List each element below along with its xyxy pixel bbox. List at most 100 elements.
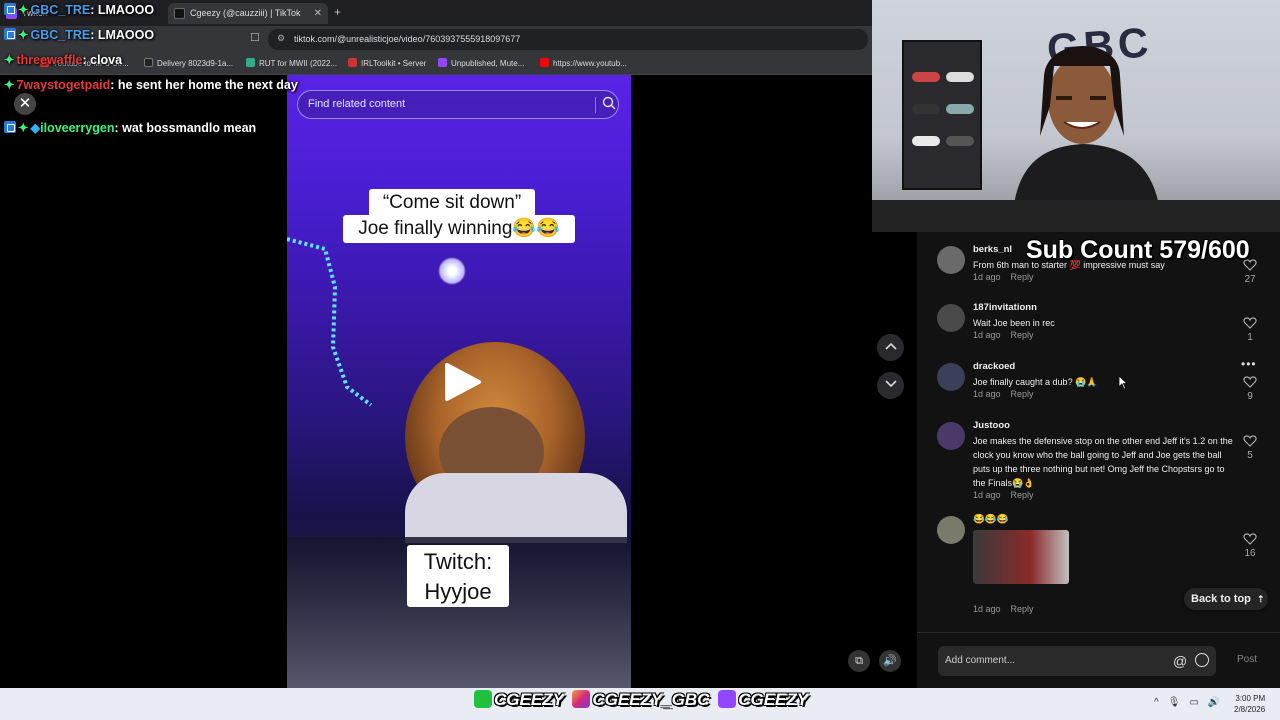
- previous-video-button[interactable]: [877, 334, 904, 361]
- led-strip-light: [287, 237, 373, 407]
- moderator-badge-icon: [4, 3, 16, 15]
- heart-icon[interactable]: [1243, 532, 1257, 546]
- bookmark-item[interactable]: Delivery 8023d9-1a...: [144, 57, 233, 71]
- bookmark-icon[interactable]: ☐: [250, 31, 260, 44]
- search-icon[interactable]: [602, 96, 616, 110]
- close-icon[interactable]: ✕: [14, 93, 36, 115]
- social-handle: CGEEZY: [738, 690, 809, 709]
- taskbar-clock[interactable]: 3:00 PM 2/8/2026: [1234, 693, 1265, 715]
- reply-button[interactable]: Reply: [1011, 272, 1034, 282]
- close-tab-icon[interactable]: ✕: [314, 3, 322, 24]
- social-handle: CGEEZY: [494, 690, 564, 709]
- reply-button[interactable]: Reply: [1011, 490, 1034, 500]
- speaker-icon: 🔊: [883, 655, 897, 667]
- comment-username[interactable]: Justooo: [973, 420, 1010, 431]
- moderator-badge-icon: [4, 121, 16, 133]
- new-tab-button[interactable]: +: [334, 5, 341, 19]
- moderator-badge-icon: [4, 28, 16, 40]
- bookmark-item[interactable]: https://www.youtub...: [540, 57, 627, 71]
- sparkle-icon: ✦: [18, 3, 29, 17]
- comment-meta: 1d ago Reply: [973, 490, 1034, 500]
- like-count: 1: [1247, 332, 1253, 343]
- more-options-icon[interactable]: •••: [1241, 357, 1257, 371]
- bookmarks-bar: Youtube to MP3 Co... Delivery 8023d9-1a.…: [0, 53, 872, 75]
- next-video-button[interactable]: [877, 372, 904, 399]
- mouse-cursor-icon: [1119, 376, 1127, 389]
- avatar[interactable]: [937, 422, 965, 450]
- sparkle-icon: ✦: [18, 28, 29, 42]
- chat-message: ✦ 7waystogetpaid: he sent her home the ne…: [4, 78, 298, 92]
- comment-text: Joe makes the defensive stop on the othe…: [973, 436, 1233, 488]
- sparkle-icon: ✦: [18, 121, 29, 135]
- reply-button[interactable]: Reply: [1011, 389, 1034, 399]
- chevron-up-icon: [884, 342, 897, 350]
- desk: [872, 200, 1280, 232]
- emoji-icon[interactable]: [1195, 653, 1209, 667]
- back-to-top-label: Back to top: [1191, 593, 1251, 605]
- system-tray[interactable]: ^🎙▭🔊: [1154, 697, 1229, 708]
- reply-button[interactable]: Reply: [1011, 330, 1034, 340]
- chat-message: ✦ ◆iloveerrygen: wat bossmandlo mean: [4, 120, 256, 135]
- comment-username[interactable]: 😂😂😂: [973, 514, 1009, 525]
- post-button[interactable]: Post: [1237, 654, 1257, 665]
- volume-button[interactable]: 🔊: [879, 650, 901, 672]
- find-related-search[interactable]: Find related content: [297, 90, 619, 119]
- avatar[interactable]: [937, 246, 965, 274]
- chat-message: ✦ threewaffle: clova: [4, 53, 123, 67]
- comment-composer: Add comment... @ Post: [917, 632, 1280, 688]
- bookmark-item[interactable]: IRLToolkit • Server: [348, 57, 426, 71]
- comment-placeholder: Add comment...: [945, 655, 1016, 666]
- play-icon[interactable]: [443, 361, 483, 403]
- heart-icon[interactable]: [1243, 434, 1257, 448]
- chevron-down-icon: [884, 380, 897, 388]
- heart-icon[interactable]: [1243, 316, 1257, 330]
- chat-message: ✦ GBC_TRE: LMAOOO: [4, 27, 154, 42]
- comment-username[interactable]: 187invitationn: [973, 302, 1037, 313]
- kick-icon: [474, 690, 492, 708]
- back-to-top-button[interactable]: Back to top ⇡: [1184, 588, 1268, 610]
- url-field[interactable]: tiktok.com/@unrealisticjoe/video/7603937…: [268, 29, 868, 50]
- caption-twitch-handle: Hyyjoe: [424, 579, 492, 604]
- comment-image[interactable]: [973, 530, 1069, 584]
- tab-tiktok[interactable]: Cgeezy (@cauzziii) | TikTok ✕: [168, 3, 328, 24]
- sparkle-icon: ✦: [4, 78, 15, 92]
- tab-label: Cgeezy (@cauzziii) | TikTok: [190, 8, 301, 18]
- sub-count-overlay: Sub Count 579/600: [1026, 236, 1250, 264]
- avatar[interactable]: [937, 516, 965, 544]
- comment-meta: 1d ago Reply: [973, 272, 1034, 282]
- mention-icon[interactable]: @: [1173, 653, 1187, 669]
- sparkle-icon: ✦: [4, 53, 15, 67]
- avatar[interactable]: [937, 304, 965, 332]
- webcam-feed: GBC: [872, 0, 1280, 232]
- like-count: 16: [1244, 548, 1256, 559]
- bookmark-item[interactable]: RUT for MWII (2022...: [246, 57, 337, 71]
- comment-username[interactable]: drackoed: [973, 361, 1015, 372]
- heart-icon[interactable]: [1243, 375, 1257, 389]
- reply-button[interactable]: Reply: [1011, 604, 1034, 614]
- page-left-background: [0, 75, 287, 688]
- cube-badge-icon: ◆: [30, 121, 41, 135]
- socials-overlay: CGEEZY CGEEZY_GBC CGEEZY: [470, 690, 808, 718]
- bookmark-item[interactable]: Unpublished, Mute...: [438, 57, 524, 71]
- caption-twitch-label: Twitch:: [423, 549, 493, 574]
- clock-date: 2/8/2026: [1234, 705, 1266, 714]
- arrow-up-icon: ⇡: [1256, 594, 1265, 604]
- like-count: 27: [1244, 274, 1256, 285]
- comment-text: Wait Joe been in rec: [973, 318, 1055, 328]
- twitch-icon: [718, 690, 737, 708]
- comment-meta: 1d ago Reply: [973, 604, 1034, 614]
- ceiling-light: [438, 257, 466, 285]
- avatar[interactable]: [937, 363, 965, 391]
- video-caption-twitch: Twitch: Hyyjoe: [407, 545, 509, 607]
- clock-time: 3:00 PM: [1235, 694, 1266, 703]
- video-caption-line1: “Come sit down”: [369, 189, 535, 217]
- chat-message: ✦ GBC_TRE: LMAOOO: [4, 2, 154, 17]
- comment-username[interactable]: berks_nl: [973, 244, 1012, 255]
- search-placeholder: Find related content: [308, 98, 406, 110]
- pip-icon: ⧉: [855, 655, 863, 667]
- social-handle: CGEEZY_GBC: [592, 690, 710, 709]
- video-player[interactable]: Find related content “Come sit down” Joe…: [287, 75, 631, 688]
- picture-in-picture-button[interactable]: ⧉: [848, 650, 870, 672]
- site-info-icon[interactable]: ⚙: [277, 33, 285, 44]
- comments-panel: berks_nl From 6th man to starter 💯 impre…: [917, 232, 1280, 688]
